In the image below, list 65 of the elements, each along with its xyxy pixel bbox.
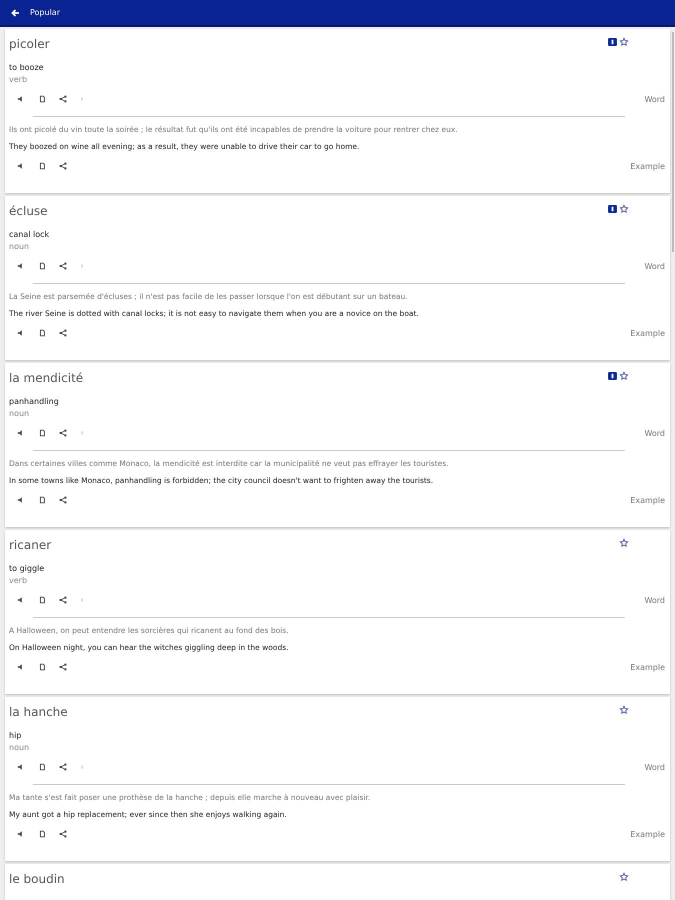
share-icon[interactable] [59, 329, 67, 337]
star-icon[interactable] [619, 371, 629, 381]
back-arrow-icon[interactable] [10, 8, 20, 18]
copy-icon[interactable] [38, 262, 46, 270]
app-bar-title: Popular [30, 8, 60, 17]
example-label: Example [630, 162, 665, 170]
example-label: Example [630, 662, 665, 672]
word-title: le boudin [9, 872, 65, 886]
speaker-icon[interactable] [17, 95, 25, 103]
translation: to giggle [9, 564, 46, 573]
word-label: Word [644, 94, 665, 104]
speaker-icon[interactable] [17, 763, 25, 771]
copy-icon[interactable] [38, 596, 46, 604]
translation: hip [9, 731, 22, 740]
scrollbar[interactable] [672, 32, 674, 252]
word-title: écluse [9, 204, 48, 218]
part-of-speech: noun [9, 743, 30, 752]
example-label: Example [630, 830, 665, 838]
share-icon[interactable] [59, 763, 67, 771]
translation: canal lock [9, 230, 50, 239]
word-title: la hanche [9, 705, 68, 719]
copy-icon[interactable] [38, 763, 46, 771]
share-icon[interactable] [59, 95, 67, 103]
share-icon[interactable] [59, 162, 67, 170]
speaker-icon[interactable] [17, 663, 25, 671]
copy-icon[interactable] [38, 496, 46, 504]
share-icon[interactable] [59, 262, 67, 270]
copy-icon[interactable] [38, 830, 46, 838]
copy-icon[interactable] [38, 329, 46, 337]
copy-icon[interactable] [38, 95, 46, 103]
word-label: Word [644, 262, 665, 270]
word-title: ricaner [9, 538, 52, 552]
word-label: Word [644, 428, 665, 438]
star-icon[interactable] [619, 705, 629, 715]
part-of-speech: noun [9, 409, 30, 418]
copy-icon[interactable] [38, 429, 46, 437]
word-title: picoler [9, 37, 50, 51]
speaker-icon[interactable] [17, 596, 25, 604]
part-of-speech: noun [9, 242, 30, 251]
translation: to booze [9, 63, 45, 72]
copy-icon[interactable] [38, 162, 46, 170]
star-icon[interactable] [619, 204, 629, 214]
example-label: Example [630, 496, 665, 504]
translation: panhandling [9, 397, 60, 406]
star-icon[interactable] [619, 538, 629, 548]
speaker-icon[interactable] [17, 329, 25, 337]
speaker-icon[interactable] [17, 830, 25, 838]
speaker-icon[interactable] [17, 262, 25, 270]
share-icon[interactable] [59, 496, 67, 504]
speaker-icon[interactable] [17, 162, 25, 170]
share-icon[interactable] [59, 663, 67, 671]
example-label: Example [630, 328, 665, 338]
part-of-speech: verb [9, 75, 28, 84]
word-label: Word [644, 596, 665, 604]
speaker-icon[interactable] [17, 429, 25, 437]
star-icon[interactable] [619, 37, 629, 47]
share-icon[interactable] [59, 596, 67, 604]
word-title: la mendicité [9, 371, 84, 385]
speaker-icon[interactable] [17, 496, 25, 504]
part-of-speech: verb [9, 576, 28, 585]
share-icon[interactable] [59, 830, 67, 838]
share-icon[interactable] [59, 429, 67, 437]
copy-icon[interactable] [38, 663, 46, 671]
word-label: Word [644, 762, 665, 772]
star-icon[interactable] [619, 872, 629, 882]
